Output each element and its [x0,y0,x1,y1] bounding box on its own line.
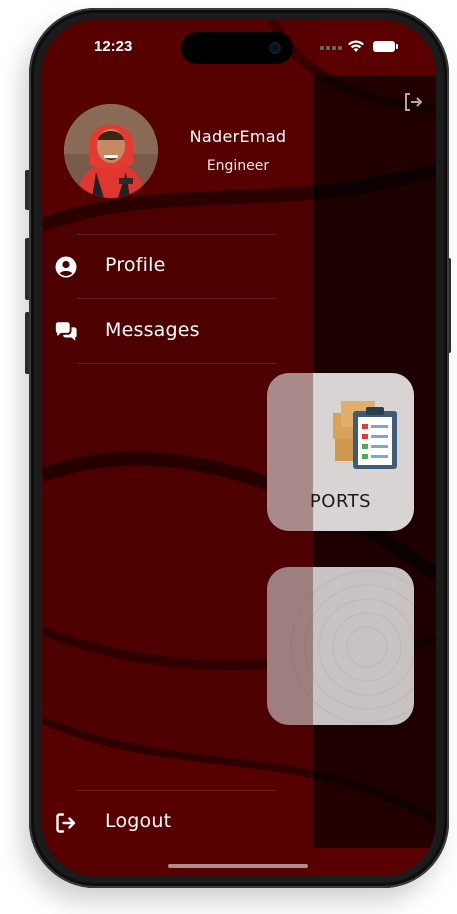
user-photo [64,104,158,198]
divider [77,234,277,235]
wifi-icon [348,40,364,52]
user-circle-icon [55,256,77,278]
screen: 12:23 PORTS NaderEmad Engineer Profile M… [42,20,436,876]
chat-bubbles-icon [55,322,77,341]
divider [77,298,277,299]
reports-clipboard-icon [333,401,397,469]
menu-item-logout[interactable]: Logout [42,798,313,848]
menu-item-messages[interactable]: Messages [42,307,313,357]
avatar[interactable] [64,104,158,198]
home-indicator[interactable] [168,864,308,868]
dynamic-island [181,32,293,64]
navigation-drawer: NaderEmad Engineer Profile Messages Logo… [42,20,313,876]
logout-icon[interactable] [401,90,425,114]
menu-item-profile[interactable]: Profile [42,242,313,292]
cellular-signal-icon [320,46,342,52]
user-role: Engineer [206,158,270,174]
status-time: 12:23 [94,38,133,55]
menu-item-label: Messages [105,319,200,341]
status-bar: 12:23 [42,20,436,72]
user-name: NaderEmad [189,127,287,146]
battery-icon [373,41,398,52]
divider [77,363,277,364]
menu-item-label: Profile [105,254,166,276]
divider [77,790,277,791]
logout-icon [56,813,76,833]
logout-label: Logout [105,810,172,832]
